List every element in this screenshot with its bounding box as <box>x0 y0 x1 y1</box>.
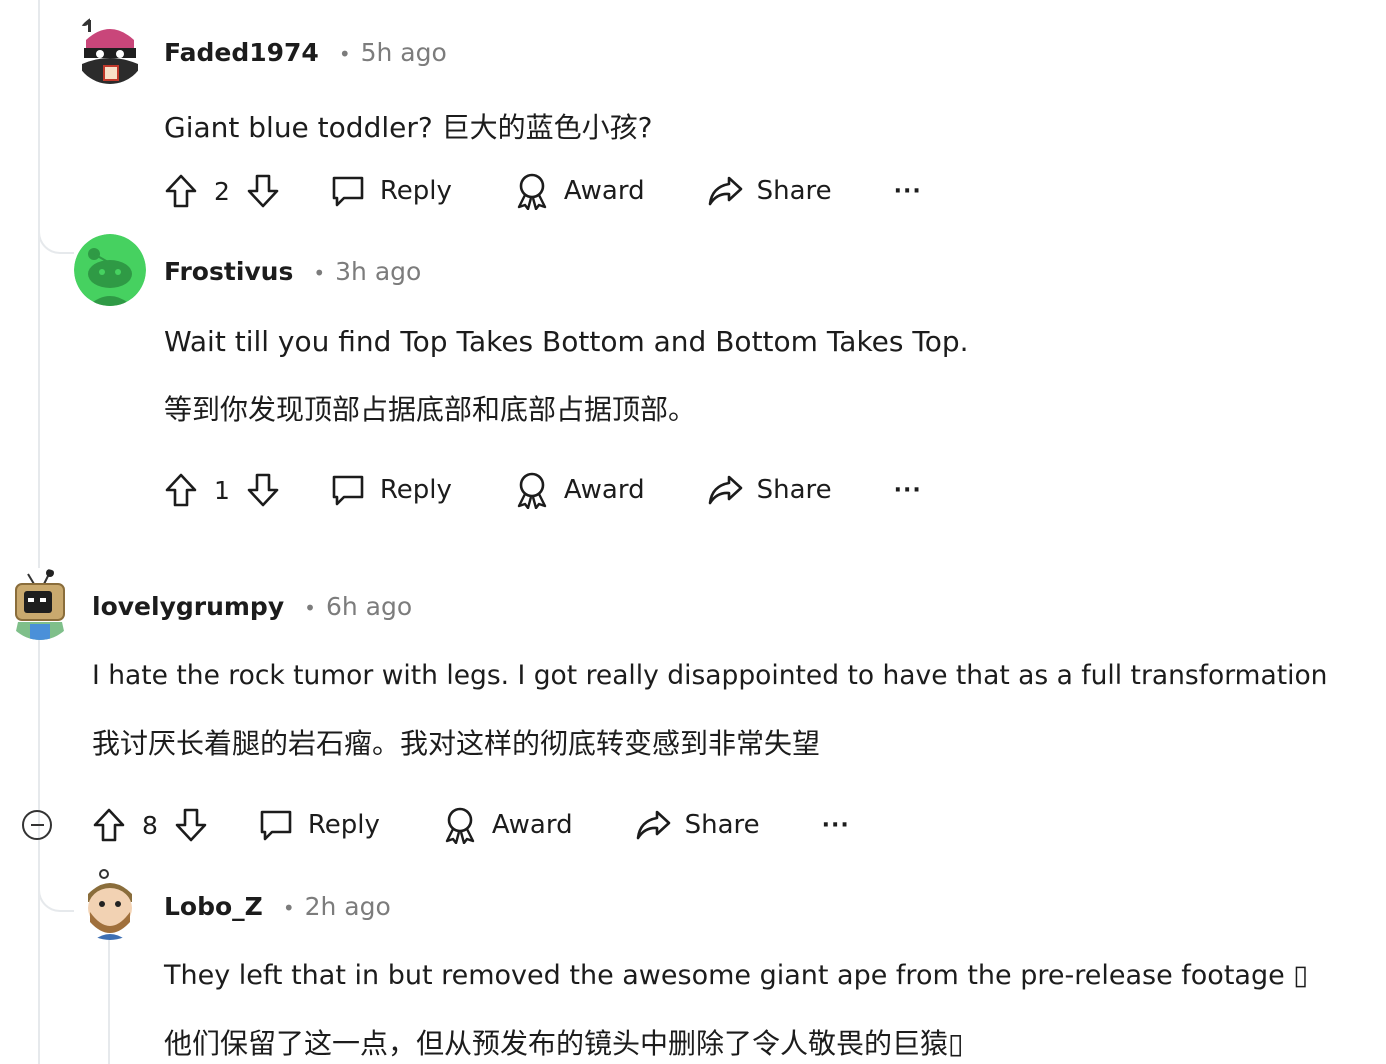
share-button[interactable]: Share <box>635 809 760 841</box>
username[interactable]: Frostivus <box>164 257 293 286</box>
reply-label: Reply <box>307 810 380 840</box>
award-label: Award <box>491 810 573 840</box>
share-label: Share <box>684 810 760 840</box>
comment-text: 他们保留了这一点，但从预发布的镜头中删除了令人敬畏的巨猿▯ <box>164 1027 964 1060</box>
bearded-avatar-icon[interactable] <box>74 868 146 940</box>
reply-label: Reply <box>379 475 452 505</box>
reply-button[interactable]: Reply <box>258 808 380 842</box>
separator-dot: • <box>304 596 316 620</box>
comment-actions: 1 Reply Award Share ··· <box>164 466 922 514</box>
downvote-button[interactable] <box>246 472 280 508</box>
timestamp[interactable]: 6h ago <box>326 592 412 621</box>
comment-bubble-icon <box>332 475 364 506</box>
separator-dot: • <box>313 261 326 285</box>
share-arrow-icon <box>636 810 670 840</box>
downvote-arrow-icon <box>175 808 207 842</box>
downvote-arrow-icon <box>247 473 279 507</box>
robot-avatar-icon[interactable] <box>74 12 146 84</box>
thread-line[interactable] <box>108 940 110 1064</box>
collapse-thread-button[interactable] <box>22 810 52 840</box>
upvote-button[interactable] <box>164 173 198 209</box>
vote-count: 1 <box>214 475 230 505</box>
thread-curve <box>38 200 74 254</box>
tv-head-avatar-icon[interactable] <box>4 568 76 640</box>
award-button[interactable]: Award <box>514 471 645 509</box>
more-options-button[interactable]: ··· <box>894 478 922 503</box>
more-options-button[interactable]: ··· <box>822 813 850 838</box>
comment-bubble-icon <box>332 176 364 207</box>
comment-text: Wait till you find Top Takes Bottom and … <box>164 325 969 358</box>
timestamp[interactable]: 2h ago <box>305 892 391 921</box>
award-button[interactable]: Award <box>442 806 573 844</box>
comment-meta: Faded1974 • 5h ago <box>164 38 447 67</box>
username[interactable]: Faded1974 <box>164 38 319 67</box>
comment-text: Giant blue toddler? 巨大的蓝色小孩? <box>164 111 653 144</box>
username[interactable]: Lobo_Z <box>164 892 263 921</box>
snoo-avatar-icon[interactable] <box>74 234 146 306</box>
comment-text: They left that in but removed the awesom… <box>164 960 1309 991</box>
award-icon <box>445 807 475 844</box>
timestamp[interactable]: 3h ago <box>335 257 421 286</box>
reply-button[interactable]: Reply <box>330 473 452 507</box>
award-icon <box>517 173 547 210</box>
downvote-button[interactable] <box>174 807 208 843</box>
upvote-button[interactable] <box>164 472 198 508</box>
upvote-arrow-icon <box>165 473 197 507</box>
separator-dot: • <box>282 896 295 920</box>
reply-label: Reply <box>379 176 452 206</box>
separator-dot: • <box>338 42 351 66</box>
comment-text: 等到你发现顶部占据底部和底部占据顶部。 <box>164 393 697 426</box>
vote-count: 2 <box>214 176 230 206</box>
downvote-arrow-icon <box>247 174 279 208</box>
more-options-button[interactable]: ··· <box>894 179 922 204</box>
award-icon <box>517 472 547 509</box>
award-label: Award <box>563 176 645 206</box>
thread-line[interactable] <box>38 0 40 1064</box>
award-button[interactable]: Award <box>514 172 645 210</box>
comment-text: I hate the rock tumor with legs. I got r… <box>92 660 1328 691</box>
share-label: Share <box>756 176 832 206</box>
share-arrow-icon <box>708 475 742 505</box>
award-label: Award <box>563 475 645 505</box>
comment-meta: Frostivus • 3h ago <box>164 257 421 286</box>
comment-bubble-icon <box>260 810 292 841</box>
timestamp[interactable]: 5h ago <box>361 38 447 67</box>
thread-curve <box>38 858 74 912</box>
share-arrow-icon <box>708 176 742 206</box>
reply-button[interactable]: Reply <box>330 174 452 208</box>
downvote-button[interactable] <box>246 173 280 209</box>
share-label: Share <box>756 475 832 505</box>
share-button[interactable]: Share <box>707 474 832 506</box>
comment-text: 我讨厌长着腿的岩石瘤。我对这样的彻底转变感到非常失望 <box>92 727 821 760</box>
upvote-arrow-icon <box>165 174 197 208</box>
vote-count: 8 <box>142 810 158 840</box>
comment-meta: lovelygrumpy • 6h ago <box>92 592 412 621</box>
upvote-arrow-icon <box>93 808 125 842</box>
share-button[interactable]: Share <box>707 175 832 207</box>
upvote-button[interactable] <box>92 807 126 843</box>
comment-meta: Lobo_Z • 2h ago <box>164 892 391 921</box>
comment-actions: 2 Reply Award Share ··· <box>164 167 922 215</box>
comment-actions: 8 Reply Award Share ··· <box>92 801 850 849</box>
username[interactable]: lovelygrumpy <box>92 592 284 621</box>
